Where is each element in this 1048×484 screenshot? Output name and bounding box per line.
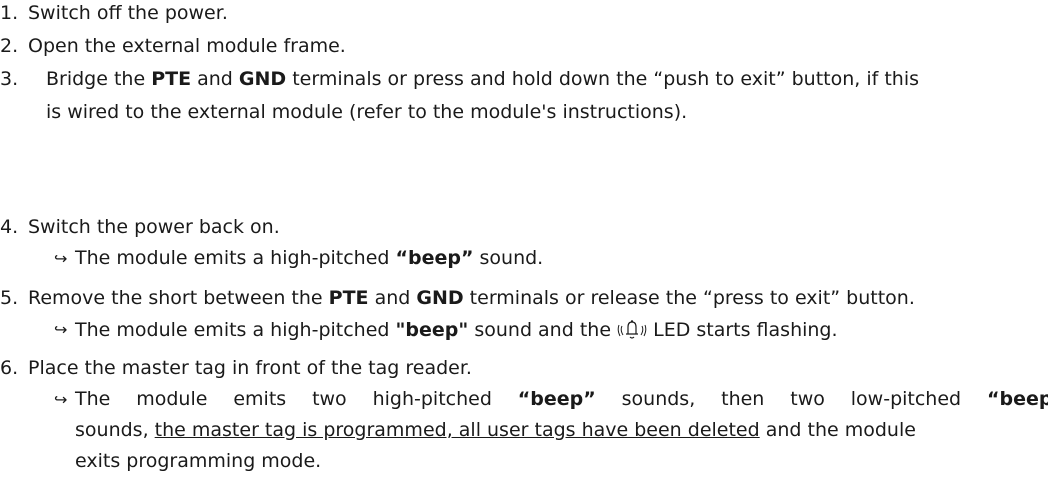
result-arrow-icon: ↪ [54,320,68,339]
result-arrow-icon: ↪ [54,249,68,268]
step-number: 6. [0,357,19,379]
step-number: 2. [0,35,19,57]
result-text: The module emits two high-pitched “beep” sound… [75,388,1048,410]
result-text: The module emits a high-pitched "beep" s… [75,318,838,341]
step-text: Bridge the PTE and GND terminals or pres… [46,68,920,90]
step-number: 4. [0,216,19,238]
step-text: Switch the power back on. [28,216,280,238]
step-text: is wired to the external module (refer t… [46,101,688,123]
result-arrow-icon: ↪ [54,390,68,409]
step-text: Place the master tag in front of the tag… [28,357,472,379]
result-text: sounds, the master tag is programmed, al… [75,419,916,441]
step-text: Switch off the power. [28,2,228,24]
step-number: 3. [0,68,19,90]
step-text: Open the external module frame. [28,35,346,57]
result-text: The module emits a high-pitched “beep” s… [75,247,544,269]
step-number: 5. [0,287,19,309]
result-text: exits programming mode. [75,450,322,472]
step-number: 1. [0,2,19,24]
step-text: Remove the short between the PTE and GND… [28,287,915,309]
bell-led-icon [617,318,647,340]
